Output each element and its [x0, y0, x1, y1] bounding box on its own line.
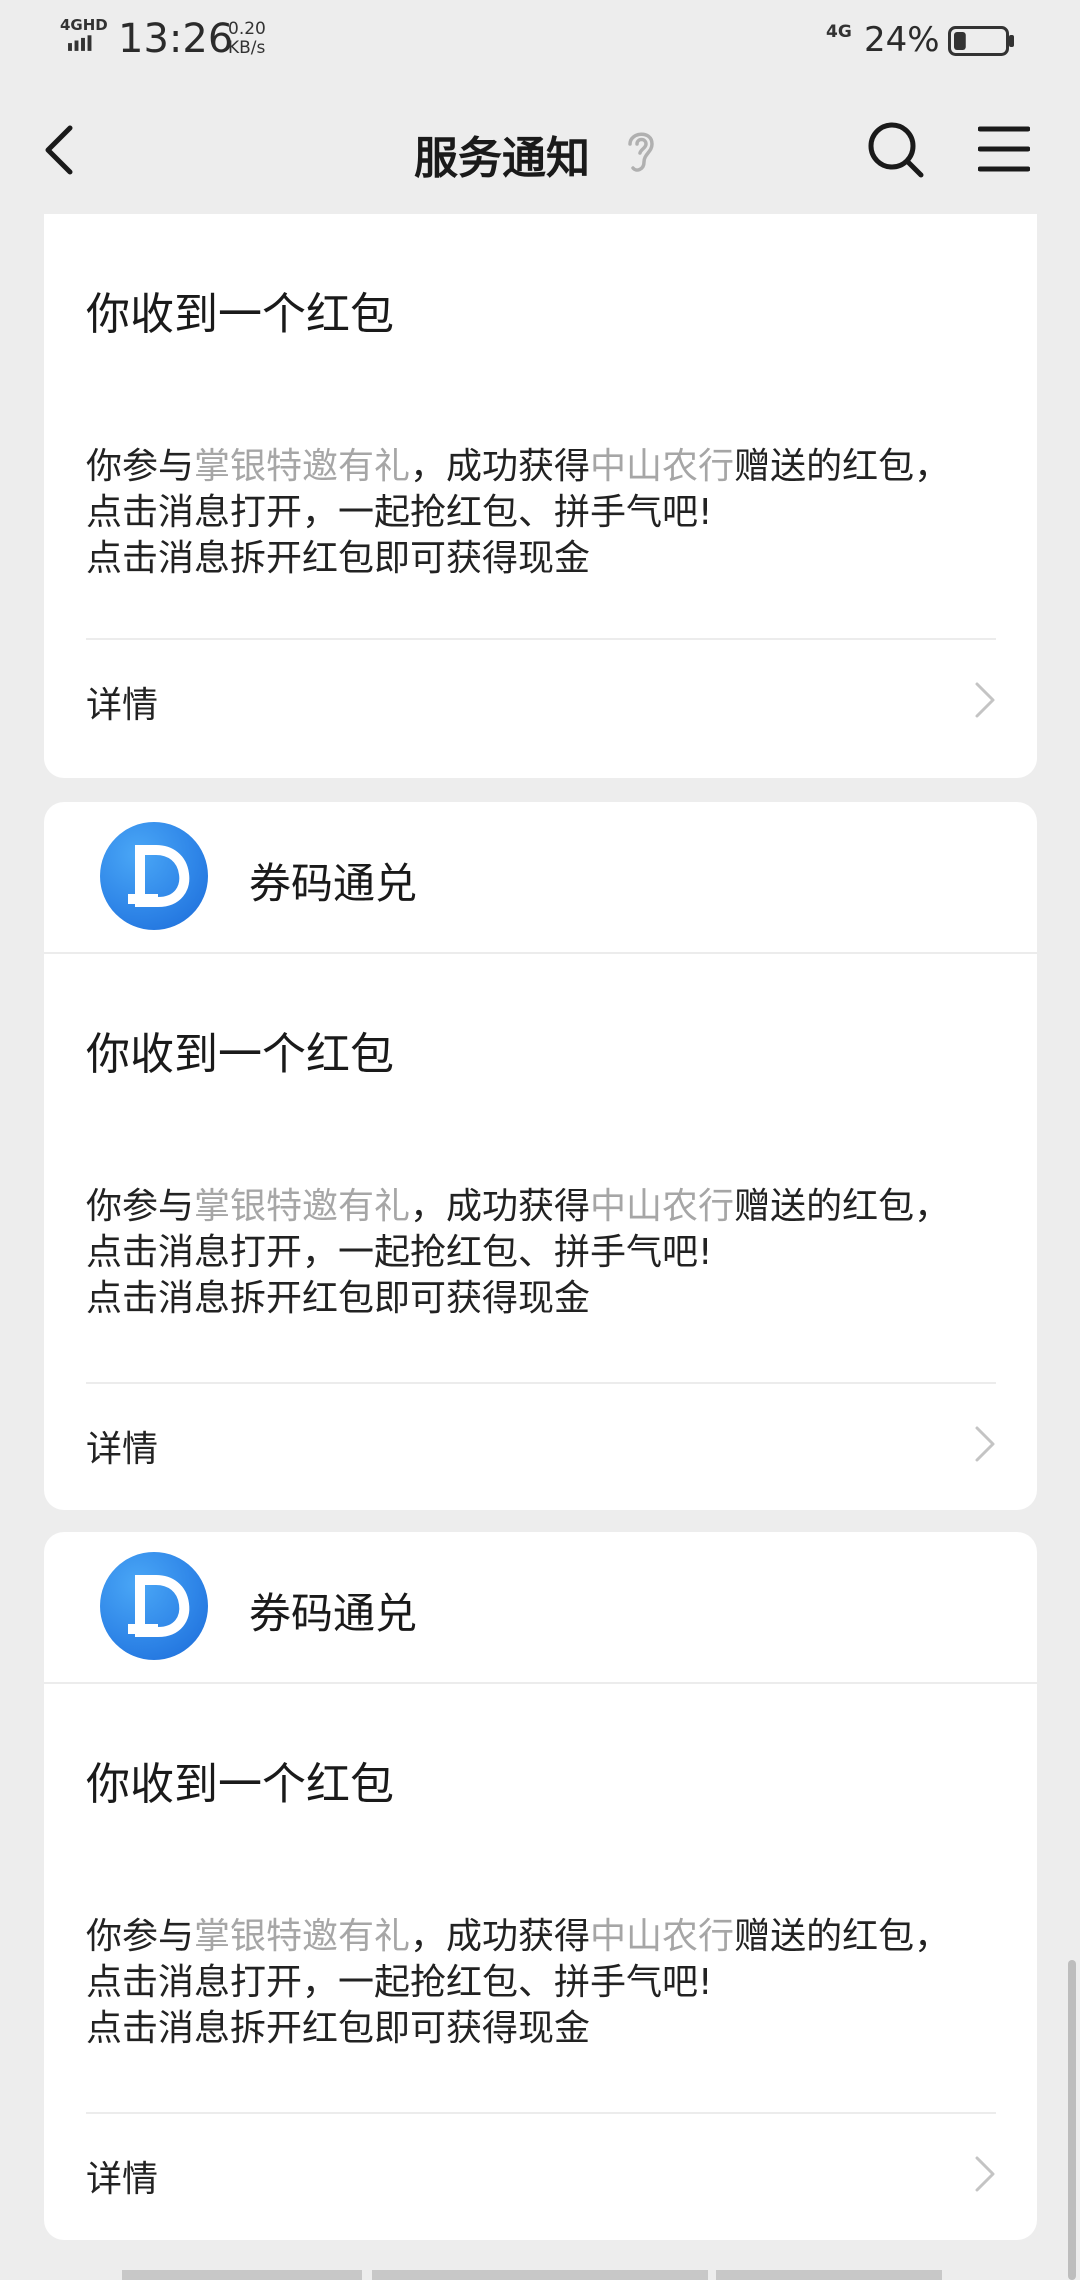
message-body: 你收到一个红包 你参与掌银特邀有礼，成功获得中山农行赠送的红包，点击消息打开，一… — [44, 1684, 1037, 2240]
bottom-tab-strip — [122, 2270, 362, 2280]
nav-bar: 服务通知 — [0, 84, 1080, 214]
ear-icon[interactable] — [624, 126, 658, 176]
body-line3: 点击消息拆开红包即可获得现金 — [86, 1278, 591, 1319]
message-list[interactable]: 你收到一个红包 你参与掌银特邀有礼，成功获得中山农行赠送的红包，点击消息打开，一… — [0, 214, 1080, 2280]
app-name: 券码通兑 — [249, 1589, 418, 1638]
logo-d-icon — [128, 845, 190, 907]
bottom-tab-strip — [372, 2270, 708, 2280]
message-title: 你收到一个红包 — [86, 1029, 394, 1080]
detail-label: 详情 — [86, 685, 159, 726]
highlight-text: 掌银特邀有礼 — [194, 446, 411, 487]
search-icon[interactable] — [866, 120, 926, 180]
speed-unit: KB/s — [228, 38, 266, 58]
message-text: 你参与掌银特邀有礼，成功获得中山农行赠送的红包，点击消息打开，一起抢红包、拼手气… — [86, 1184, 986, 1322]
chevron-right-icon — [975, 1426, 995, 1462]
message-body: 你收到一个红包 你参与掌银特邀有礼，成功获得中山农行赠送的红包，点击消息打开，一… — [44, 954, 1037, 1510]
scrollbar[interactable] — [1068, 1960, 1076, 2280]
detail-label: 详情 — [86, 2159, 159, 2200]
message-text: 你参与掌银特邀有礼，成功获得中山农行赠送的红包，点击消息打开，一起抢红包、拼手气… — [86, 1914, 986, 2052]
detail-row[interactable]: 详情 — [44, 640, 1037, 760]
logo-d-icon — [128, 1575, 190, 1637]
body-middle: ，成功获得 — [410, 446, 591, 487]
highlight-text: 中山农行 — [590, 1916, 735, 1957]
highlight-text: 中山农行 — [590, 446, 735, 487]
detail-label: 详情 — [86, 1429, 159, 1470]
network-type-right: 4G — [826, 22, 852, 42]
app-logo — [100, 1552, 208, 1660]
body-prefix: 你参与 — [86, 446, 195, 487]
network-speed: 0.20 KB/s — [228, 20, 266, 58]
app-name: 券码通兑 — [249, 859, 418, 908]
highlight-text: 掌银特邀有礼 — [194, 1186, 411, 1227]
battery-icon — [948, 26, 1014, 56]
body-prefix: 你参与 — [86, 1186, 195, 1227]
body-middle: ，成功获得 — [410, 1186, 591, 1227]
signal-icon — [68, 35, 92, 51]
page-title: 服务通知 — [414, 133, 590, 184]
body-middle: ，成功获得 — [410, 1916, 591, 1957]
message-header[interactable]: 券码通兑 — [44, 802, 1037, 954]
back-arrow-icon[interactable] — [40, 122, 80, 178]
network-type-left: 4GHD — [60, 16, 108, 34]
message-card[interactable]: 券码通兑 你收到一个红包 你参与掌银特邀有礼，成功获得中山农行赠送的红包，点击消… — [44, 802, 1037, 1510]
body-prefix: 你参与 — [86, 1916, 195, 1957]
highlight-text: 中山农行 — [590, 1186, 735, 1227]
message-text: 你参与掌银特邀有礼，成功获得中山农行赠送的红包，点击消息打开，一起抢红包、拼手气… — [86, 444, 986, 582]
detail-row[interactable]: 详情 — [44, 2114, 1037, 2234]
detail-row[interactable]: 详情 — [44, 1384, 1037, 1504]
message-title: 你收到一个红包 — [86, 1759, 394, 1810]
chevron-right-icon — [975, 682, 995, 718]
message-card[interactable]: 你收到一个红包 你参与掌银特邀有礼，成功获得中山农行赠送的红包，点击消息打开，一… — [44, 214, 1037, 778]
chevron-right-icon — [975, 2156, 995, 2192]
message-card[interactable]: 券码通兑 你收到一个红包 你参与掌银特邀有礼，成功获得中山农行赠送的红包，点击消… — [44, 1532, 1037, 2240]
status-bar: 4GHD 13:26 0.20 KB/s 4G 24% — [0, 0, 1080, 84]
highlight-text: 掌银特邀有礼 — [194, 1916, 411, 1957]
bottom-tab-strip — [716, 2270, 942, 2280]
clock: 13:26 — [118, 16, 234, 62]
body-line3: 点击消息拆开红包即可获得现金 — [86, 2008, 591, 2049]
speed-value: 0.20 — [228, 19, 266, 39]
battery-percent: 24% — [864, 20, 940, 60]
message-title: 你收到一个红包 — [86, 289, 394, 340]
body-line3: 点击消息拆开红包即可获得现金 — [86, 538, 591, 579]
menu-icon[interactable] — [978, 124, 1030, 174]
message-header[interactable]: 券码通兑 — [44, 1532, 1037, 1684]
app-logo — [100, 822, 208, 930]
message-body: 你收到一个红包 你参与掌银特邀有礼，成功获得中山农行赠送的红包，点击消息打开，一… — [44, 214, 1037, 778]
